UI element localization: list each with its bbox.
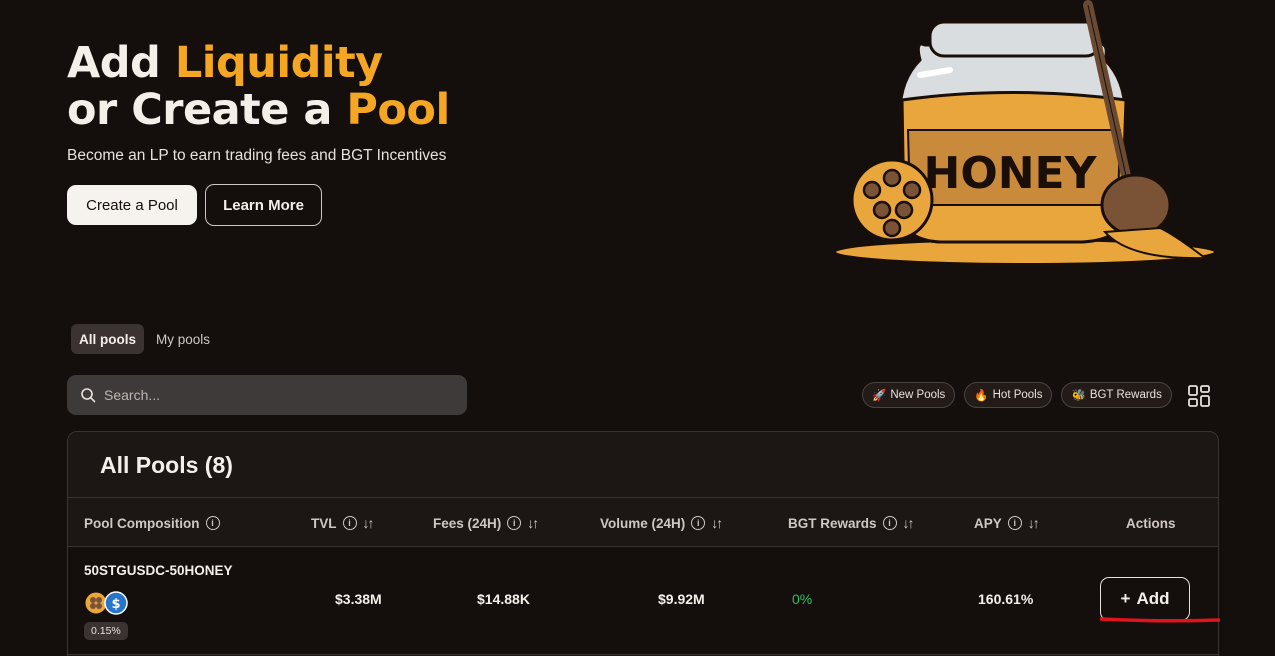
hero-title-part2: or Create a [67,85,347,135]
plus-icon: + [1120,589,1131,608]
svg-text:$: $ [111,597,120,612]
jar-label-text: HONEY [924,148,1098,199]
rocket-icon: 🚀 [872,390,887,402]
pool-name: 50STGUSDC-50HONEY [84,563,233,578]
col-tvl-label: TVL [311,515,337,531]
create-pool-button[interactable]: Create a Pool [67,185,197,225]
bee-icon: 🐝 [1071,390,1086,402]
sort-icon[interactable]: ↓↑ [363,515,375,531]
filter-new-pools[interactable]: 🚀 New Pools [862,382,956,408]
table-row[interactable]: 50STGUSDC-50HONEY $ 0.15% $3.38M $14.88K… [68,547,1218,655]
pools-panel-title: All Pools (8) [100,452,233,478]
pool-apy: 160.61% [978,591,1034,607]
col-actions-label: Actions [1126,515,1176,531]
pools-panel: All Pools (8) Pool Composition i TVL i ↓… [67,431,1219,656]
stgusdc-token-icon [84,591,108,615]
col-fees-24h-label: Fees (24H) [433,515,502,531]
annotation-underline [1100,617,1220,623]
pool-bgt-rewards: 0% [792,591,813,607]
info-icon[interactable]: i [1007,516,1022,530]
col-actions: Actions [1126,498,1176,548]
filter-hot-pools[interactable]: 🔥 Hot Pools [964,382,1053,408]
col-fees-24h[interactable]: Fees (24H) i ↓↑ [433,498,539,548]
hero-subtitle: Become an LP to earn trading fees and BG… [67,147,447,164]
honey-jar-illustration: HONEY [834,0,1216,265]
tab-all-pools[interactable]: All pools [71,324,144,354]
pool-fee-badge: 0.15% [84,622,128,640]
filter-new-pools-label: New Pools [890,389,946,401]
search-icon [81,388,96,403]
col-pool-composition-label: Pool Composition [84,515,200,531]
hero-title-part1: Add [67,38,175,88]
add-liquidity-button[interactable]: + Add [1100,577,1190,621]
pool-volume-24h: $9.92M [658,591,705,607]
fire-icon: 🔥 [974,390,989,402]
pool-token-icons: $ [84,591,128,615]
filter-chips: 🚀 New Pools 🔥 Hot Pools 🐝 BGT Rewards [862,382,1172,408]
pool-tvl: $3.38M [335,591,382,607]
col-bgt-rewards-label: BGT Rewards [788,515,877,531]
info-icon[interactable]: i [691,516,706,530]
col-apy-label: APY [974,515,1002,531]
col-volume-24h[interactable]: Volume (24H) i ↓↑ [600,498,723,548]
col-tvl[interactable]: TVL i ↓↑ [311,498,375,548]
usdc-token-icon: $ [104,591,128,615]
sort-icon[interactable]: ↓↑ [527,515,539,531]
filter-hot-pools-label: Hot Pools [992,389,1043,401]
tab-my-pools[interactable]: My pools [148,324,218,354]
table-header: Pool Composition i TVL i ↓↑ Fees (24H) i… [68,497,1218,547]
search-bar[interactable] [67,375,467,415]
pool-tabs: All pools My pools [71,324,218,354]
col-volume-24h-label: Volume (24H) [600,515,686,531]
add-button-label: Add [1136,589,1170,608]
info-icon[interactable]: i [507,516,522,530]
grid-view-icon[interactable] [1187,384,1211,408]
hero-title-highlight-pool: Pool [346,85,450,135]
info-icon[interactable]: i [342,516,357,530]
sort-icon[interactable]: ↓↑ [1028,515,1040,531]
pool-fees-24h: $14.88K [477,591,530,607]
sort-icon[interactable]: ↓↑ [903,515,915,531]
info-icon[interactable]: i [882,516,897,530]
filter-bgt-rewards[interactable]: 🐝 BGT Rewards [1061,382,1172,408]
sort-icon[interactable]: ↓↑ [711,515,723,531]
hero-title-highlight-liquidity: Liquidity [174,38,383,88]
search-input[interactable] [104,387,444,403]
col-bgt-rewards[interactable]: BGT Rewards i ↓↑ [788,498,915,548]
info-icon[interactable]: i [205,516,220,530]
col-apy[interactable]: APY i ↓↑ [974,498,1040,548]
learn-more-button[interactable]: Learn More [205,184,322,226]
filter-bgt-rewards-label: BGT Rewards [1089,389,1162,401]
col-pool-composition[interactable]: Pool Composition i [84,498,220,548]
hero-title: Add Liquidity or Create a Pool [67,40,450,134]
